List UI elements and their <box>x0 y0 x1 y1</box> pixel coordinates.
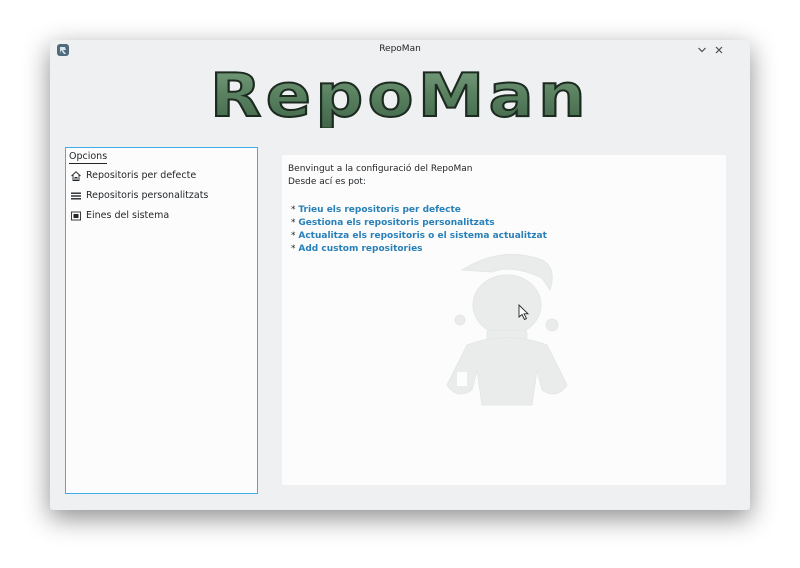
welcome-panel: Benvingut a la configuració del RepoMan … <box>282 155 726 485</box>
close-button[interactable] <box>711 42 727 58</box>
add-custom-repositories-link[interactable]: Add custom repositories <box>298 244 422 254</box>
repoman-mascot-watermark <box>446 253 568 406</box>
choose-default-repositories-link[interactable]: Trieu els repositoris per defecte <box>298 205 461 215</box>
bullet: * <box>291 218 296 228</box>
system-tools-icon <box>71 211 81 221</box>
chevron-down-icon <box>698 47 706 53</box>
repoman-window: RepoMan RepoMan Opcions Repositoris per … <box>50 40 750 510</box>
options-panel: Opcions Repositoris per defecte Reposito… <box>65 147 258 494</box>
intro-text: Desde ací es pot: <box>288 177 366 187</box>
sidebar-item-label: Repositoris personalitzats <box>86 190 209 201</box>
manage-custom-repositories-link[interactable]: Gestiona els repositoris personalitzats <box>298 218 494 228</box>
list-item: * Gestiona els repositoris personalitzat… <box>291 217 495 229</box>
welcome-text: Benvingut a la configuració del RepoMan <box>288 164 473 174</box>
options-title: Opcions <box>69 151 108 164</box>
sidebar-item-system-tools[interactable]: Eines del sistema <box>70 208 254 224</box>
close-icon <box>715 46 723 54</box>
bullet: * <box>291 231 296 241</box>
update-repositories-link[interactable]: Actualitza els repositoris o el sistema … <box>298 231 547 241</box>
bullet: * <box>291 205 296 215</box>
minimize-button[interactable] <box>694 42 710 58</box>
sidebar-item-label: Eines del sistema <box>86 210 170 221</box>
list-icon <box>71 192 81 200</box>
sidebar-item-default-repositories[interactable]: Repositoris per defecte <box>70 168 254 184</box>
list-item: * Actualitza els repositoris o el sistem… <box>291 230 547 242</box>
window-title: RepoMan <box>379 44 421 54</box>
list-item: * Add custom repositories <box>291 243 423 255</box>
list-item: * Trieu els repositoris per defecte <box>291 204 461 216</box>
sidebar-item-label: Repositoris per defecte <box>86 170 197 181</box>
sidebar-item-custom-repositories[interactable]: Repositoris personalitzats <box>70 188 254 204</box>
home-icon <box>71 171 81 181</box>
logo-text: RepoMan <box>210 61 590 128</box>
repoman-logo: RepoMan <box>209 60 590 128</box>
bullet: * <box>291 244 296 254</box>
mouse-cursor-icon <box>518 304 530 321</box>
